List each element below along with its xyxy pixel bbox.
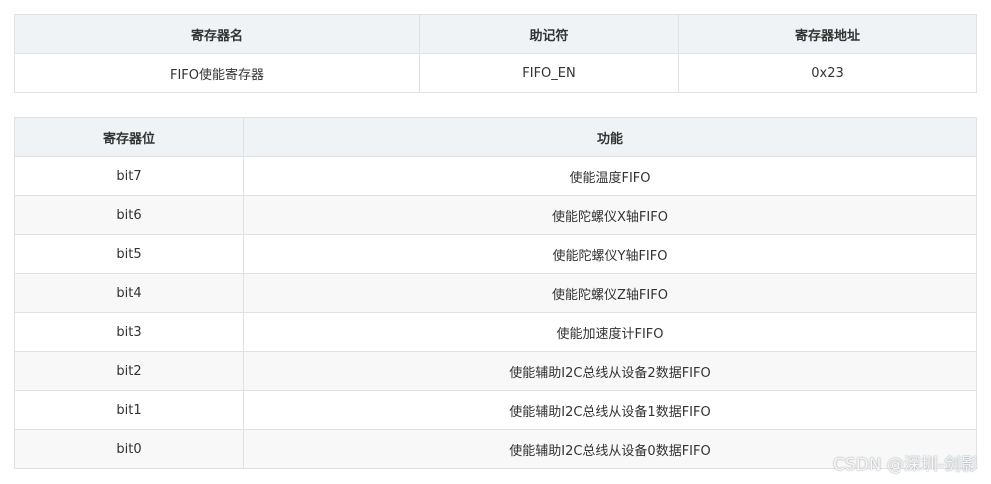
cell-function: 使能辅助I2C总线从设备1数据FIFO bbox=[243, 390, 977, 430]
cell-register-address: 0x23 bbox=[678, 53, 977, 93]
cell-bit: bit2 bbox=[14, 351, 244, 391]
table-row: bit3 使能加速度计FIFO bbox=[14, 312, 977, 352]
watermark: CSDN @深圳-剑影 bbox=[832, 455, 978, 475]
header-register-name: 寄存器名 bbox=[14, 14, 420, 54]
register-bits-table: 寄存器位 功能 bit7 使能温度FIFO bit6 使能陀螺仪X轴FIFO b… bbox=[14, 117, 977, 469]
header-register-bit: 寄存器位 bbox=[14, 117, 244, 157]
cell-function: 使能陀螺仪Z轴FIFO bbox=[243, 273, 977, 313]
cell-bit: bit7 bbox=[14, 156, 244, 196]
table-row: bit1 使能辅助I2C总线从设备1数据FIFO bbox=[14, 390, 977, 430]
table-row: bit7 使能温度FIFO bbox=[14, 156, 977, 196]
table-row: FIFO使能寄存器 FIFO_EN 0x23 bbox=[14, 53, 977, 93]
table-row: bit5 使能陀螺仪Y轴FIFO bbox=[14, 234, 977, 274]
cell-function: 使能加速度计FIFO bbox=[243, 312, 977, 352]
cell-mnemonic: FIFO_EN bbox=[419, 53, 679, 93]
table-header-row: 寄存器名 助记符 寄存器地址 bbox=[14, 14, 977, 54]
cell-function: 使能陀螺仪Y轴FIFO bbox=[243, 234, 977, 274]
table-row: bit2 使能辅助I2C总线从设备2数据FIFO bbox=[14, 351, 977, 391]
table-row: bit4 使能陀螺仪Z轴FIFO bbox=[14, 273, 977, 313]
cell-bit: bit6 bbox=[14, 195, 244, 235]
header-mnemonic: 助记符 bbox=[419, 14, 679, 54]
cell-bit: bit5 bbox=[14, 234, 244, 274]
register-info-table: 寄存器名 助记符 寄存器地址 FIFO使能寄存器 FIFO_EN 0x23 bbox=[14, 14, 977, 93]
cell-function: 使能辅助I2C总线从设备2数据FIFO bbox=[243, 351, 977, 391]
cell-function: 使能温度FIFO bbox=[243, 156, 977, 196]
cell-bit: bit3 bbox=[14, 312, 244, 352]
cell-function: 使能陀螺仪X轴FIFO bbox=[243, 195, 977, 235]
cell-register-name: FIFO使能寄存器 bbox=[14, 53, 420, 93]
header-function: 功能 bbox=[243, 117, 977, 157]
header-register-address: 寄存器地址 bbox=[678, 14, 977, 54]
table-row: bit6 使能陀螺仪X轴FIFO bbox=[14, 195, 977, 235]
cell-bit: bit1 bbox=[14, 390, 244, 430]
cell-bit: bit4 bbox=[14, 273, 244, 313]
table-header-row: 寄存器位 功能 bbox=[14, 117, 977, 157]
cell-bit: bit0 bbox=[14, 429, 244, 469]
